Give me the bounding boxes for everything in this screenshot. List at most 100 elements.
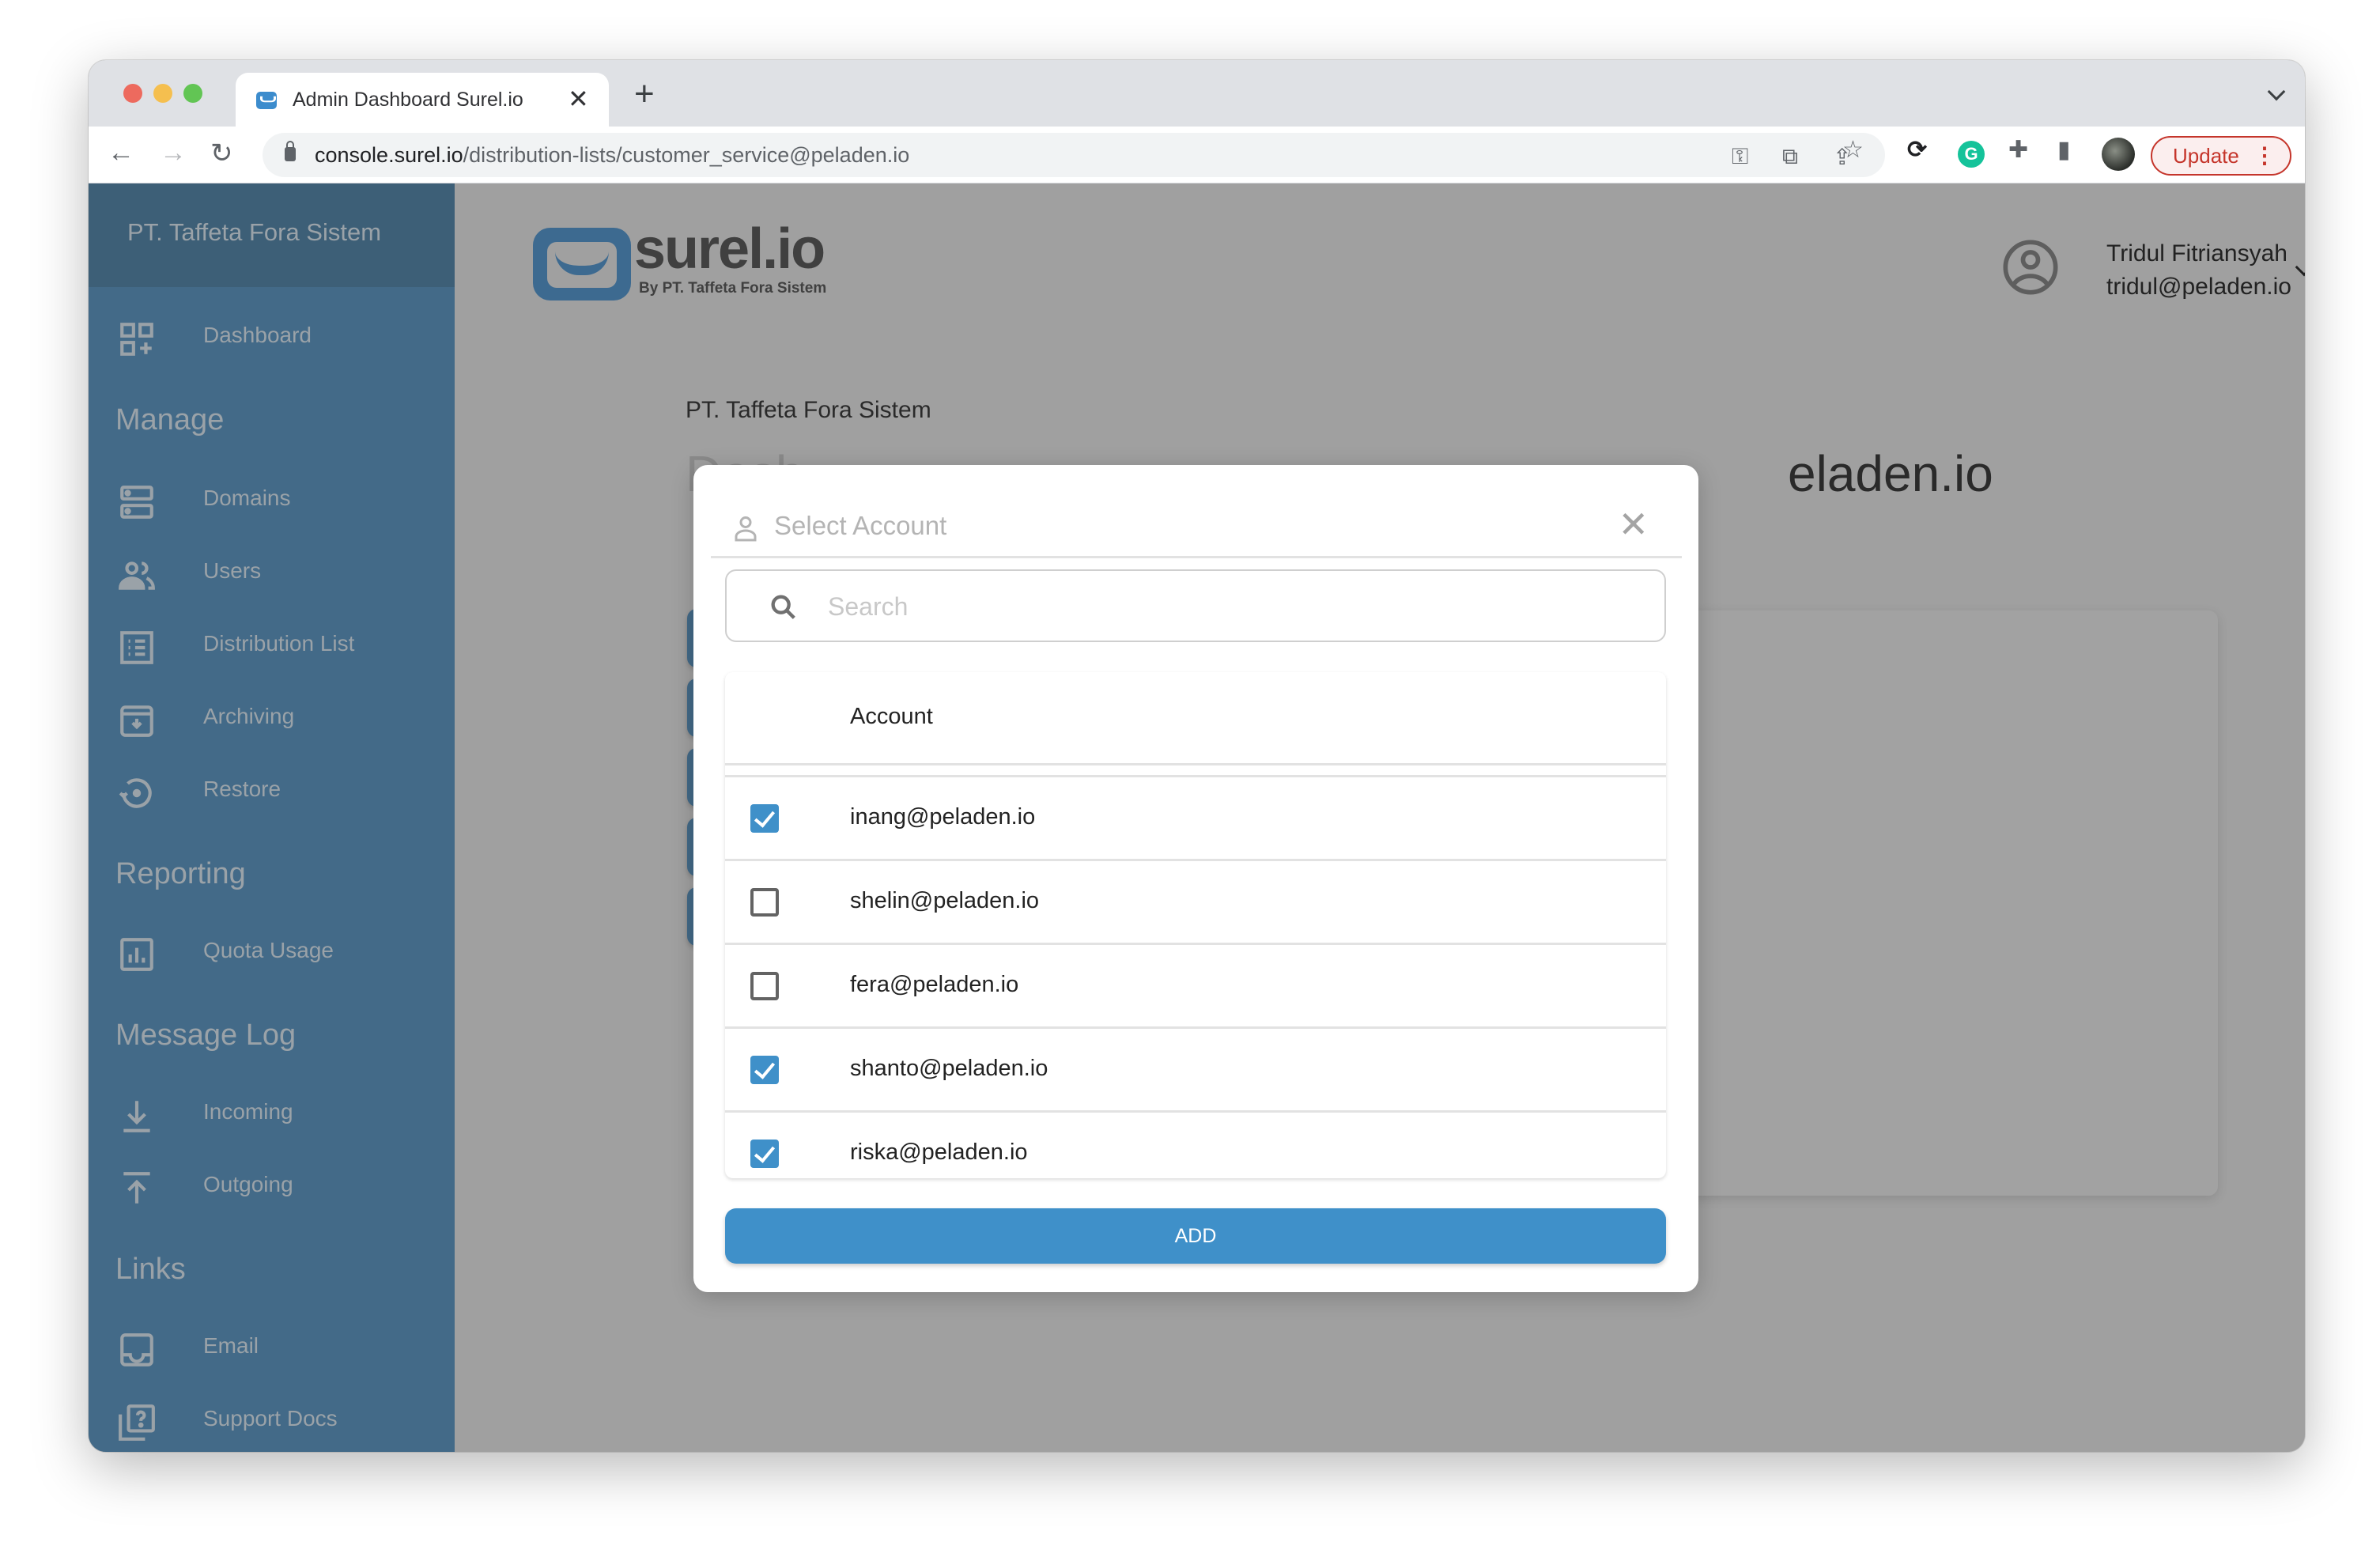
minimize-window-button[interactable]	[153, 84, 172, 103]
lock-icon[interactable]	[285, 141, 296, 161]
tab-close-icon[interactable]: ✕	[568, 84, 589, 114]
browser-tab-active[interactable]: Admin Dashboard Surel.io ✕	[236, 73, 609, 127]
bar-chart-icon	[117, 935, 157, 974]
checkbox-checked[interactable]	[750, 804, 779, 833]
account-row[interactable]: inang@peladen.io	[725, 777, 1666, 861]
sidebar-item-support-docs[interactable]: Support Docs	[89, 1389, 455, 1452]
browser-menu-icon[interactable]: ⋮	[2253, 138, 2276, 174]
inbox-icon	[117, 1330, 157, 1370]
help-docs-icon	[117, 1403, 157, 1442]
close-window-button[interactable]	[123, 84, 142, 103]
extensions-puzzle-icon[interactable]: ✚	[2008, 136, 2028, 164]
sidebar-item-users[interactable]: Users	[89, 541, 455, 604]
new-tab-button[interactable]: +	[634, 74, 655, 114]
checkbox-checked[interactable]	[750, 1056, 779, 1084]
brand-tagline: By PT. Taffeta Fora Sistem	[639, 280, 827, 297]
account-row[interactable]: fera@peladen.io	[725, 945, 1666, 1029]
chevron-down-icon[interactable]	[2295, 258, 2305, 277]
sidebar-item-restore[interactable]: Restore	[89, 759, 455, 822]
restore-icon	[117, 773, 157, 813]
org-name: PT. Taffeta Fora Sistem	[127, 218, 382, 246]
sidebar-item-label: Archiving	[203, 704, 295, 728]
sidebar-item-incoming[interactable]: Incoming	[89, 1082, 455, 1145]
account-email: inang@peladen.io	[850, 804, 1036, 830]
close-icon[interactable]: ✕	[1618, 503, 1649, 546]
sync-icon[interactable]: ⟳	[1907, 136, 1927, 164]
account-search-field[interactable]	[725, 569, 1666, 642]
account-search-input[interactable]	[828, 587, 1619, 626]
account-email: fera@peladen.io	[850, 972, 1019, 997]
checkbox-unchecked[interactable]	[750, 888, 779, 917]
url-text[interactable]: console.surel.io/distribution-lists/cust…	[315, 143, 909, 168]
account-row[interactable]: shelin@peladen.io	[725, 861, 1666, 945]
sidebar-item-domains[interactable]: Domains	[89, 468, 455, 531]
sidebar-item-email[interactable]: Email	[89, 1316, 455, 1379]
checkbox-checked[interactable]	[750, 1140, 779, 1168]
open-in-app-icon[interactable]: ⧉	[1782, 144, 1798, 170]
sidebar-item-label: Support Docs	[203, 1406, 338, 1431]
sidebar-item-label: Distribution List	[203, 631, 355, 656]
download-icon	[117, 1096, 157, 1136]
profile-avatar[interactable]	[2102, 138, 2135, 171]
sidebar-item-label: Domains	[203, 486, 291, 510]
back-arrow-icon[interactable]: ←	[108, 138, 134, 168]
sidebar-item-label: Dashboard	[203, 323, 312, 347]
breadcrumb: PT. Taffeta Fora Sistem	[686, 397, 931, 423]
main-content: surel.io By PT. Taffeta Fora Sistem Trid…	[455, 183, 2305, 1452]
surel-favicon-icon	[256, 92, 277, 109]
tab-title: Admin Dashboard Surel.io	[293, 89, 523, 111]
sidebar-item-label: Outgoing	[203, 1172, 293, 1196]
url-path: /distribution-lists/customer_service@pel…	[463, 143, 910, 167]
side-panel-icon[interactable]: ▮	[2057, 136, 2071, 164]
column-header-account: Account	[850, 704, 933, 729]
section-title-manage: Manage	[115, 403, 225, 437]
envelope-logo-icon	[533, 228, 631, 300]
sidebar: PT. Taffeta Fora Sistem Dashboard Manage…	[89, 183, 455, 1452]
surel-logo[interactable]: surel.io By PT. Taffeta Fora Sistem	[533, 217, 826, 300]
browser-toolbar: ← → ↻ console.surel.io/distribution-list…	[89, 127, 2305, 183]
account-table-header: Account	[725, 672, 1666, 765]
browser-window: Admin Dashboard Surel.io ✕ + ← → ↻ conso…	[89, 60, 2305, 1452]
address-bar[interactable]: console.surel.io/distribution-lists/cust…	[263, 133, 1885, 177]
select-account-modal: Select Account ✕ Account inang@peladen.i…	[693, 465, 1698, 1292]
grammarly-icon[interactable]: G	[1958, 141, 1985, 168]
sidebar-item-dashboard[interactable]: Dashboard	[89, 305, 455, 369]
update-button[interactable]: Update ⋮	[2151, 136, 2291, 176]
reload-icon[interactable]: ↻	[210, 138, 233, 169]
sidebar-item-outgoing[interactable]: Outgoing	[89, 1155, 455, 1218]
tab-search-chevron-icon[interactable]	[2267, 82, 2286, 101]
section-title-links: Links	[115, 1253, 186, 1286]
sidebar-item-label: Quota Usage	[203, 938, 334, 962]
section-title-reporting: Reporting	[115, 857, 246, 890]
account-circle-icon	[2000, 237, 2061, 297]
account-row[interactable]: riska@peladen.io	[725, 1113, 1666, 1178]
checkbox-unchecked[interactable]	[750, 972, 779, 1000]
person-icon	[731, 512, 760, 544]
sidebar-header: PT. Taffeta Fora Sistem	[89, 183, 455, 287]
user-email: tridul@peladen.io	[2106, 274, 2291, 300]
account-table: Account inang@peladen.io shelin@peladen.i…	[725, 672, 1666, 1178]
user-menu[interactable]: Tridul Fitriansyah tridul@peladen.io	[2000, 231, 2305, 310]
page: PT. Taffeta Fora Sistem Dashboard Manage…	[89, 183, 2305, 1452]
dns-icon	[117, 482, 157, 522]
user-name: Tridul Fitriansyah	[2106, 240, 2287, 266]
sidebar-item-distribution-list[interactable]: Distribution List	[89, 614, 455, 677]
add-button[interactable]: ADD	[725, 1208, 1666, 1264]
archive-icon	[117, 701, 157, 740]
maximize-window-button[interactable]	[183, 84, 202, 103]
sidebar-item-label: Email	[203, 1333, 259, 1358]
account-row[interactable]: shanto@peladen.io	[725, 1029, 1666, 1113]
key-icon[interactable]: ⚿	[1732, 144, 1748, 170]
list-icon	[117, 628, 157, 667]
sidebar-item-archiving[interactable]: Archiving	[89, 686, 455, 750]
sidebar-item-quota-usage[interactable]: Quota Usage	[89, 920, 455, 984]
account-email: riska@peladen.io	[850, 1140, 1028, 1165]
modal-title: Select Account	[774, 511, 947, 540]
tab-strip: Admin Dashboard Surel.io ✕ +	[89, 60, 2305, 127]
forward-arrow-icon[interactable]: →	[160, 138, 187, 168]
sidebar-item-label: Users	[203, 558, 262, 583]
bookmark-star-icon[interactable]: ☆	[1842, 136, 1864, 164]
upload-icon	[117, 1169, 157, 1208]
page-title-tail: eladen.io	[1788, 445, 1993, 502]
section-title-message-log: Message Log	[115, 1019, 297, 1052]
